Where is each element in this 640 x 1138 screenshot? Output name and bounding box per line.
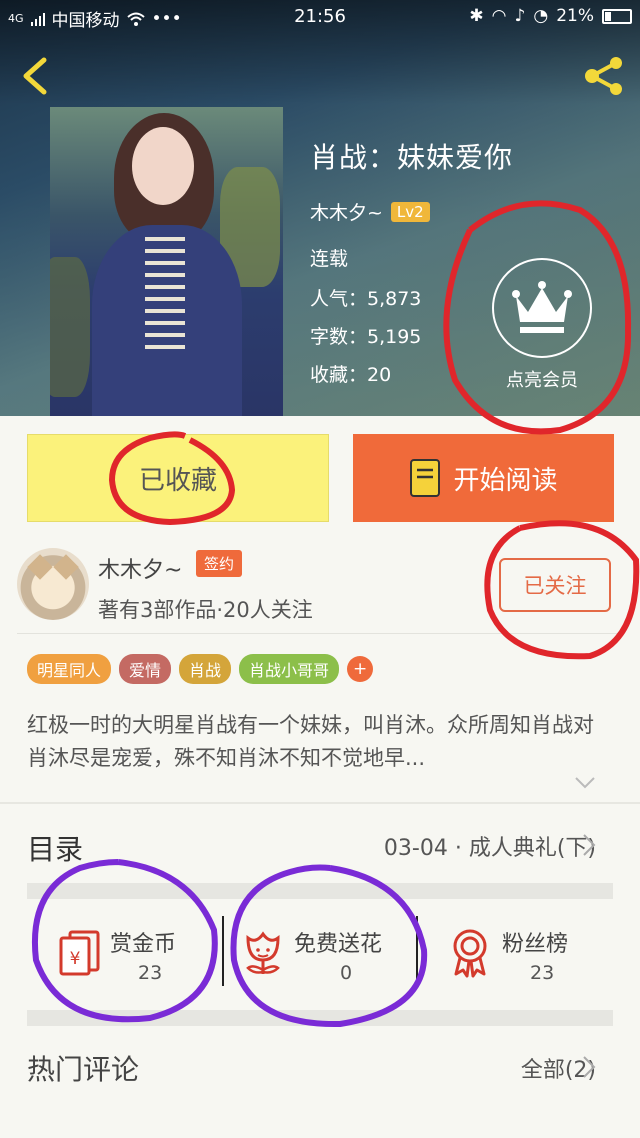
following-button[interactable]: 已关注 — [499, 558, 611, 612]
latest-chapter[interactable]: 03-04 · 成人典礼(下) — [384, 830, 596, 862]
book-icon — [410, 459, 441, 497]
battery-percent: 21% — [556, 6, 594, 26]
popularity-count: 人气：5,873 — [310, 288, 422, 310]
battery-icon — [602, 8, 632, 24]
toc-label[interactable]: 目录 — [27, 828, 83, 868]
svg-text:¥: ¥ — [70, 949, 81, 969]
divider — [0, 802, 640, 804]
tag-list: 明星同人 爱情 肖战 肖战小哥哥 + — [27, 654, 374, 684]
author-name[interactable]: 木木夕~ — [98, 552, 182, 584]
book-title: 肖战：妹妹爱你 — [310, 141, 514, 174]
share-icon[interactable] — [582, 56, 626, 96]
reward-coins-value: 23 — [138, 962, 163, 984]
signed-badge: 签约 — [196, 550, 243, 577]
red-envelope-icon: ¥ — [59, 930, 100, 976]
section-spacer — [27, 1010, 613, 1026]
divider — [222, 916, 224, 986]
author-level-badge: Lv2 — [390, 201, 430, 222]
tag-chip[interactable]: 肖战 — [179, 654, 232, 684]
start-reading-button[interactable]: 开始阅读 — [353, 434, 614, 522]
bluetooth-icon: ✱ — [469, 6, 484, 26]
headset-icon: ◠ — [491, 6, 507, 26]
book-author-name: 木木夕~ — [310, 202, 383, 224]
fan-ranking-button[interactable]: 粉丝榜 23 — [440, 918, 612, 990]
word-count: 字数：5,195 — [310, 326, 422, 348]
free-flower-button[interactable]: 免费送花 0 — [236, 918, 416, 990]
divider — [416, 916, 418, 986]
free-flower-value: 0 — [340, 962, 353, 984]
book-author-row[interactable]: 木木夕~ Lv2 — [310, 198, 430, 225]
hot-comments-title: 热门评论 — [27, 1053, 140, 1086]
free-flower-label: 免费送花 — [294, 932, 383, 957]
author-avatar[interactable] — [17, 548, 89, 620]
author-summary: 著有3部作品·20人关注 — [98, 598, 313, 622]
favorite-count: 收藏：20 — [310, 364, 392, 386]
serial-status: 连载 — [310, 248, 349, 270]
start-reading-label: 开始阅读 — [453, 465, 558, 496]
fan-ranking-value: 23 — [530, 962, 555, 984]
alarm-icon: ◔ — [533, 6, 549, 26]
medal-icon — [453, 929, 487, 978]
tag-chip[interactable]: 肖战小哥哥 — [239, 654, 340, 684]
expand-chevron-icon[interactable] — [574, 776, 596, 790]
tag-chip[interactable]: 爱情 — [119, 654, 172, 684]
back-arrow-icon[interactable] — [18, 56, 52, 96]
status-bar: 4G 中国移动 ••• 21:56 ✱ ◠ ♪ ◔ 21% — [0, 0, 640, 34]
chevron-right-icon[interactable] — [582, 1055, 596, 1079]
vip-button[interactable]: 点亮会员 — [492, 258, 592, 393]
tag-chip[interactable]: 明星同人 — [27, 654, 112, 684]
section-spacer — [27, 883, 613, 899]
crown-icon — [492, 258, 592, 358]
add-tag-icon[interactable]: + — [347, 656, 374, 682]
mute-icon: ♪ — [514, 6, 526, 26]
book-description[interactable]: 红极一时的大明星肖战有一个妹妹，叫肖沐。众所周知肖战对肖沐尽是宠爱，殊不知肖沐不… — [27, 709, 613, 775]
book-info: 肖战：妹妹爱你 木木夕~ Lv2 连载 人气：5,873 字数：5,195 收藏… — [310, 136, 514, 386]
reward-coins-button[interactable]: ¥ 赏金币 23 — [50, 918, 222, 990]
divider — [17, 633, 623, 634]
vip-label: 点亮会员 — [506, 370, 578, 391]
fan-ranking-label: 粉丝榜 — [502, 932, 569, 957]
book-cover-image[interactable] — [50, 107, 283, 416]
flower-icon — [246, 931, 280, 974]
favorited-button[interactable]: 已收藏 — [27, 434, 329, 522]
chevron-right-icon[interactable] — [582, 833, 596, 857]
reward-coins-label: 赏金币 — [110, 932, 177, 957]
